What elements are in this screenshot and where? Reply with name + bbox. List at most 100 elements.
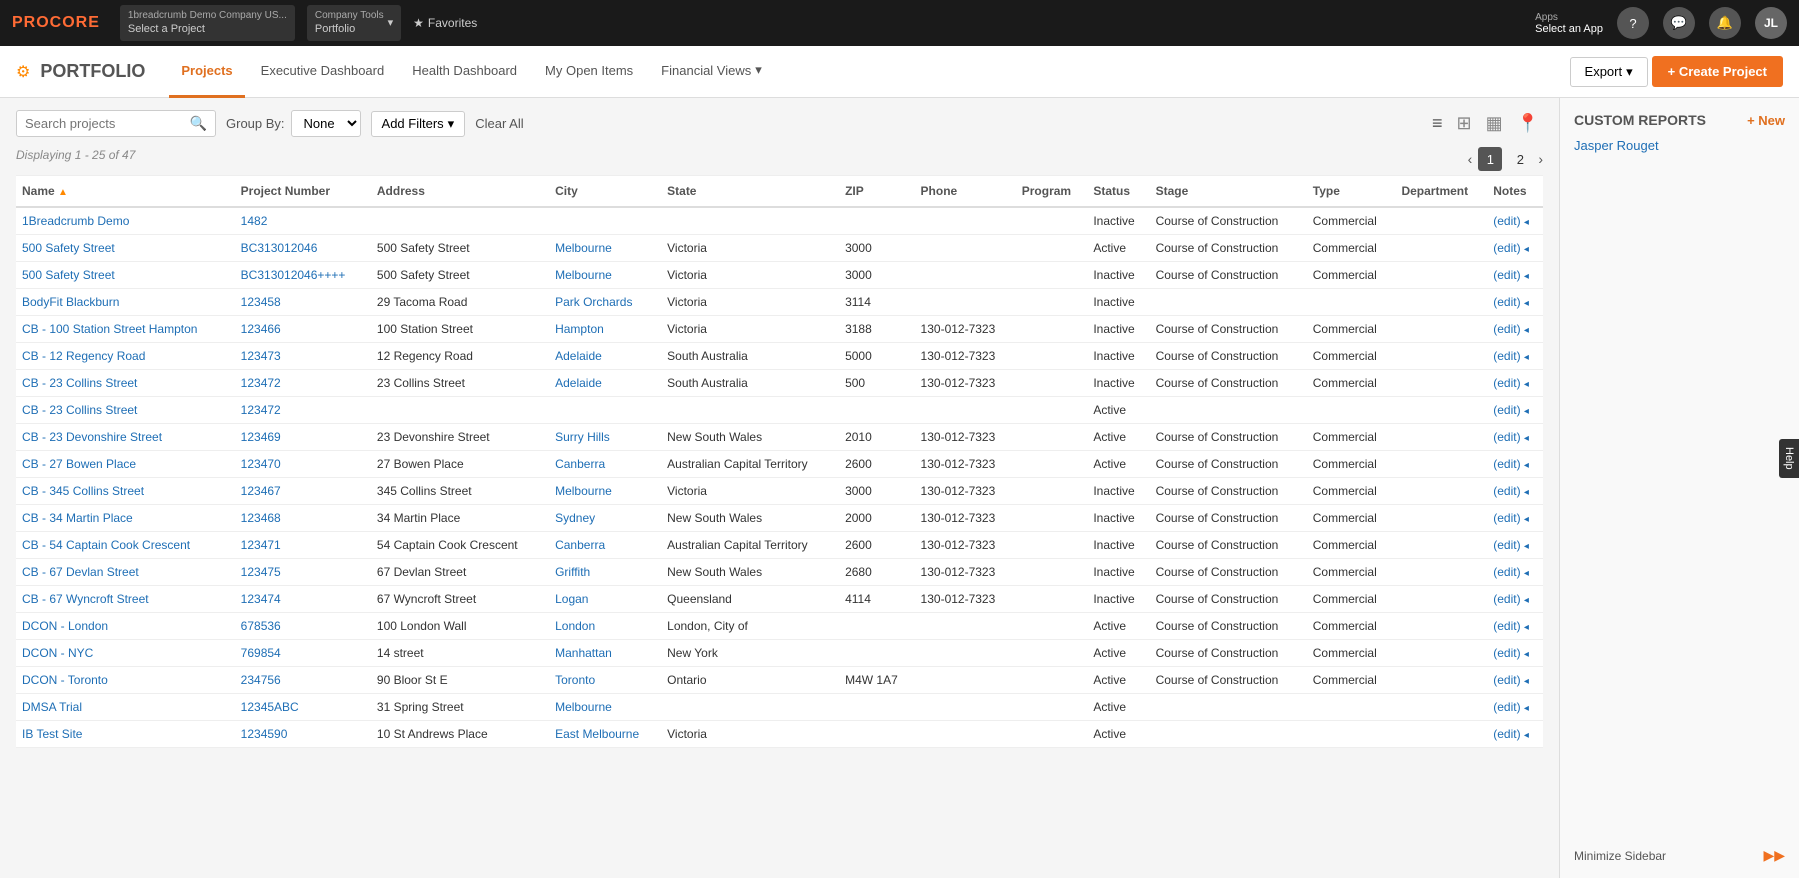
row-expand-icon[interactable]: ◂ [1524,298,1529,309]
project-number-cell[interactable]: 123473 [235,343,371,370]
row-expand-icon[interactable]: ◂ [1524,514,1529,525]
add-filters-button[interactable]: Add Filters ▾ [371,111,466,137]
edit-link[interactable]: (edit) [1493,268,1520,282]
row-expand-icon[interactable]: ◂ [1524,676,1529,687]
project-number-cell[interactable]: 769854 [235,640,371,667]
city-cell[interactable]: Melbourne [549,694,661,721]
project-number-cell[interactable]: 123474 [235,586,371,613]
city-cell[interactable]: Logan [549,586,661,613]
project-number-cell[interactable]: 234756 [235,667,371,694]
project-number-cell[interactable]: 12345ABC [235,694,371,721]
city-cell[interactable]: Park Orchards [549,289,661,316]
edit-link[interactable]: (edit) [1493,511,1520,525]
row-expand-icon[interactable]: ◂ [1524,703,1529,714]
row-expand-icon[interactable]: ◂ [1524,217,1529,228]
row-expand-icon[interactable]: ◂ [1524,622,1529,633]
project-name-cell[interactable]: DMSA Trial [16,694,235,721]
project-number-cell[interactable]: 123458 [235,289,371,316]
col-type[interactable]: Type [1307,176,1396,208]
minimize-sidebar-button[interactable]: Minimize Sidebar ▶▶ [1574,827,1785,864]
city-cell[interactable]: Melbourne [549,478,661,505]
project-number-cell[interactable]: 123467 [235,478,371,505]
col-phone[interactable]: Phone [915,176,1016,208]
edit-link[interactable]: (edit) [1493,700,1520,714]
row-expand-icon[interactable]: ◂ [1524,433,1529,444]
city-cell[interactable]: Hampton [549,316,661,343]
project-number-cell[interactable]: BC313012046++++ [235,262,371,289]
col-name[interactable]: Name ▲ [16,176,235,208]
row-expand-icon[interactable]: ◂ [1524,271,1529,282]
city-cell[interactable]: Canberra [549,532,661,559]
project-name-cell[interactable]: CB - 345 Collins Street [16,478,235,505]
tab-executive-dashboard[interactable]: Executive Dashboard [249,46,397,98]
project-number-cell[interactable]: 123466 [235,316,371,343]
row-expand-icon[interactable]: ◂ [1524,325,1529,336]
row-expand-icon[interactable]: ◂ [1524,541,1529,552]
city-cell[interactable] [549,207,661,235]
table-view-button[interactable]: ▦ [1482,111,1507,136]
row-expand-icon[interactable]: ◂ [1524,379,1529,390]
edit-link[interactable]: (edit) [1493,457,1520,471]
city-cell[interactable]: Adelaide [549,370,661,397]
report-jasper-rouget[interactable]: Jasper Rouget [1574,138,1785,153]
tab-projects[interactable]: Projects [169,46,244,98]
edit-link[interactable]: (edit) [1493,592,1520,606]
col-state[interactable]: State [661,176,839,208]
col-stage[interactable]: Stage [1150,176,1307,208]
project-name-cell[interactable]: CB - 54 Captain Cook Crescent [16,532,235,559]
edit-link[interactable]: (edit) [1493,619,1520,633]
col-status[interactable]: Status [1087,176,1149,208]
clear-all-button[interactable]: Clear All [475,116,523,131]
row-expand-icon[interactable]: ◂ [1524,460,1529,471]
prev-page-button[interactable]: ‹ [1468,151,1473,167]
project-number-cell[interactable]: BC313012046 [235,235,371,262]
edit-link[interactable]: (edit) [1493,295,1520,309]
favorites-button[interactable]: ★ Favorites [413,16,477,30]
project-name-cell[interactable]: CB - 67 Devlan Street [16,559,235,586]
project-name-cell[interactable]: DCON - London [16,613,235,640]
project-name-cell[interactable]: DCON - NYC [16,640,235,667]
chat-icon[interactable]: 💬 [1663,7,1695,39]
search-input[interactable] [25,116,184,131]
breadcrumb-project[interactable]: 1breadcrumb Demo Company US... Select a … [120,5,295,40]
notification-icon[interactable]: 🔔 [1709,7,1741,39]
edit-link[interactable]: (edit) [1493,538,1520,552]
map-view-button[interactable]: 📍 [1513,111,1543,136]
city-cell[interactable]: Canberra [549,451,661,478]
tab-health-dashboard[interactable]: Health Dashboard [400,46,529,98]
create-project-button[interactable]: + Create Project [1652,56,1783,87]
col-department[interactable]: Department [1395,176,1487,208]
project-name-cell[interactable]: CB - 12 Regency Road [16,343,235,370]
project-number-cell[interactable]: 678536 [235,613,371,640]
project-name-cell[interactable]: CB - 34 Martin Place [16,505,235,532]
edit-link[interactable]: (edit) [1493,565,1520,579]
project-name-cell[interactable]: BodyFit Blackburn [16,289,235,316]
edit-link[interactable]: (edit) [1493,322,1520,336]
edit-link[interactable]: (edit) [1493,727,1520,741]
project-number-cell[interactable]: 123472 [235,370,371,397]
project-name-cell[interactable]: CB - 23 Collins Street [16,397,235,424]
tab-my-open-items[interactable]: My Open Items [533,46,645,98]
help-icon[interactable]: ? [1617,7,1649,39]
list-view-button[interactable]: ≡ [1428,111,1447,136]
city-cell[interactable]: East Melbourne [549,721,661,748]
project-name-cell[interactable]: 500 Safety Street [16,262,235,289]
project-number-cell[interactable]: 1482 [235,207,371,235]
next-page-button[interactable]: › [1538,151,1543,167]
project-number-cell[interactable]: 1234590 [235,721,371,748]
city-cell[interactable]: London [549,613,661,640]
project-number-cell[interactable]: 123471 [235,532,371,559]
row-expand-icon[interactable]: ◂ [1524,730,1529,741]
project-name-cell[interactable]: DCON - Toronto [16,667,235,694]
breadcrumb-tools[interactable]: Company Tools Portfolio ▾ [307,5,401,40]
project-name-cell[interactable]: CB - 67 Wyncroft Street [16,586,235,613]
col-city[interactable]: City [549,176,661,208]
edit-link[interactable]: (edit) [1493,214,1520,228]
project-number-cell[interactable]: 123469 [235,424,371,451]
row-expand-icon[interactable]: ◂ [1524,595,1529,606]
row-expand-icon[interactable]: ◂ [1524,352,1529,363]
city-cell[interactable]: Griffith [549,559,661,586]
project-name-cell[interactable]: CB - 23 Collins Street [16,370,235,397]
export-button[interactable]: Export ▾ [1570,57,1648,87]
page-1-button[interactable]: 1 [1478,147,1502,171]
